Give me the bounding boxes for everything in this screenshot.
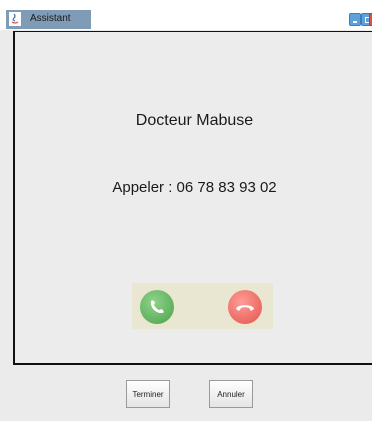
hangup-call-button[interactable] <box>228 290 262 324</box>
window-title: Assistant <box>30 13 71 24</box>
java-app-icon <box>9 12 21 26</box>
title-bar[interactable]: Assistant <box>0 0 372 30</box>
assistant-window: Assistant Docteur Mabuse Appeler : 06 78… <box>0 0 372 421</box>
minimize-icon[interactable] <box>349 13 361 26</box>
call-number-line: Appeler : 06 78 83 93 02 <box>112 179 277 196</box>
call-content-panel: Docteur Mabuse Appeler : 06 78 83 93 02 <box>13 31 372 365</box>
answer-call-button[interactable] <box>140 290 174 324</box>
phone-hangup-icon <box>236 305 254 311</box>
caller-name: Docteur Mabuse <box>135 112 254 129</box>
cancel-button[interactable]: Annuler <box>209 380 253 408</box>
phone-answer-icon <box>150 300 164 314</box>
title-tab: Assistant <box>6 10 91 29</box>
call-actions-panel <box>132 283 273 329</box>
finish-button[interactable]: Terminer <box>126 380 170 408</box>
